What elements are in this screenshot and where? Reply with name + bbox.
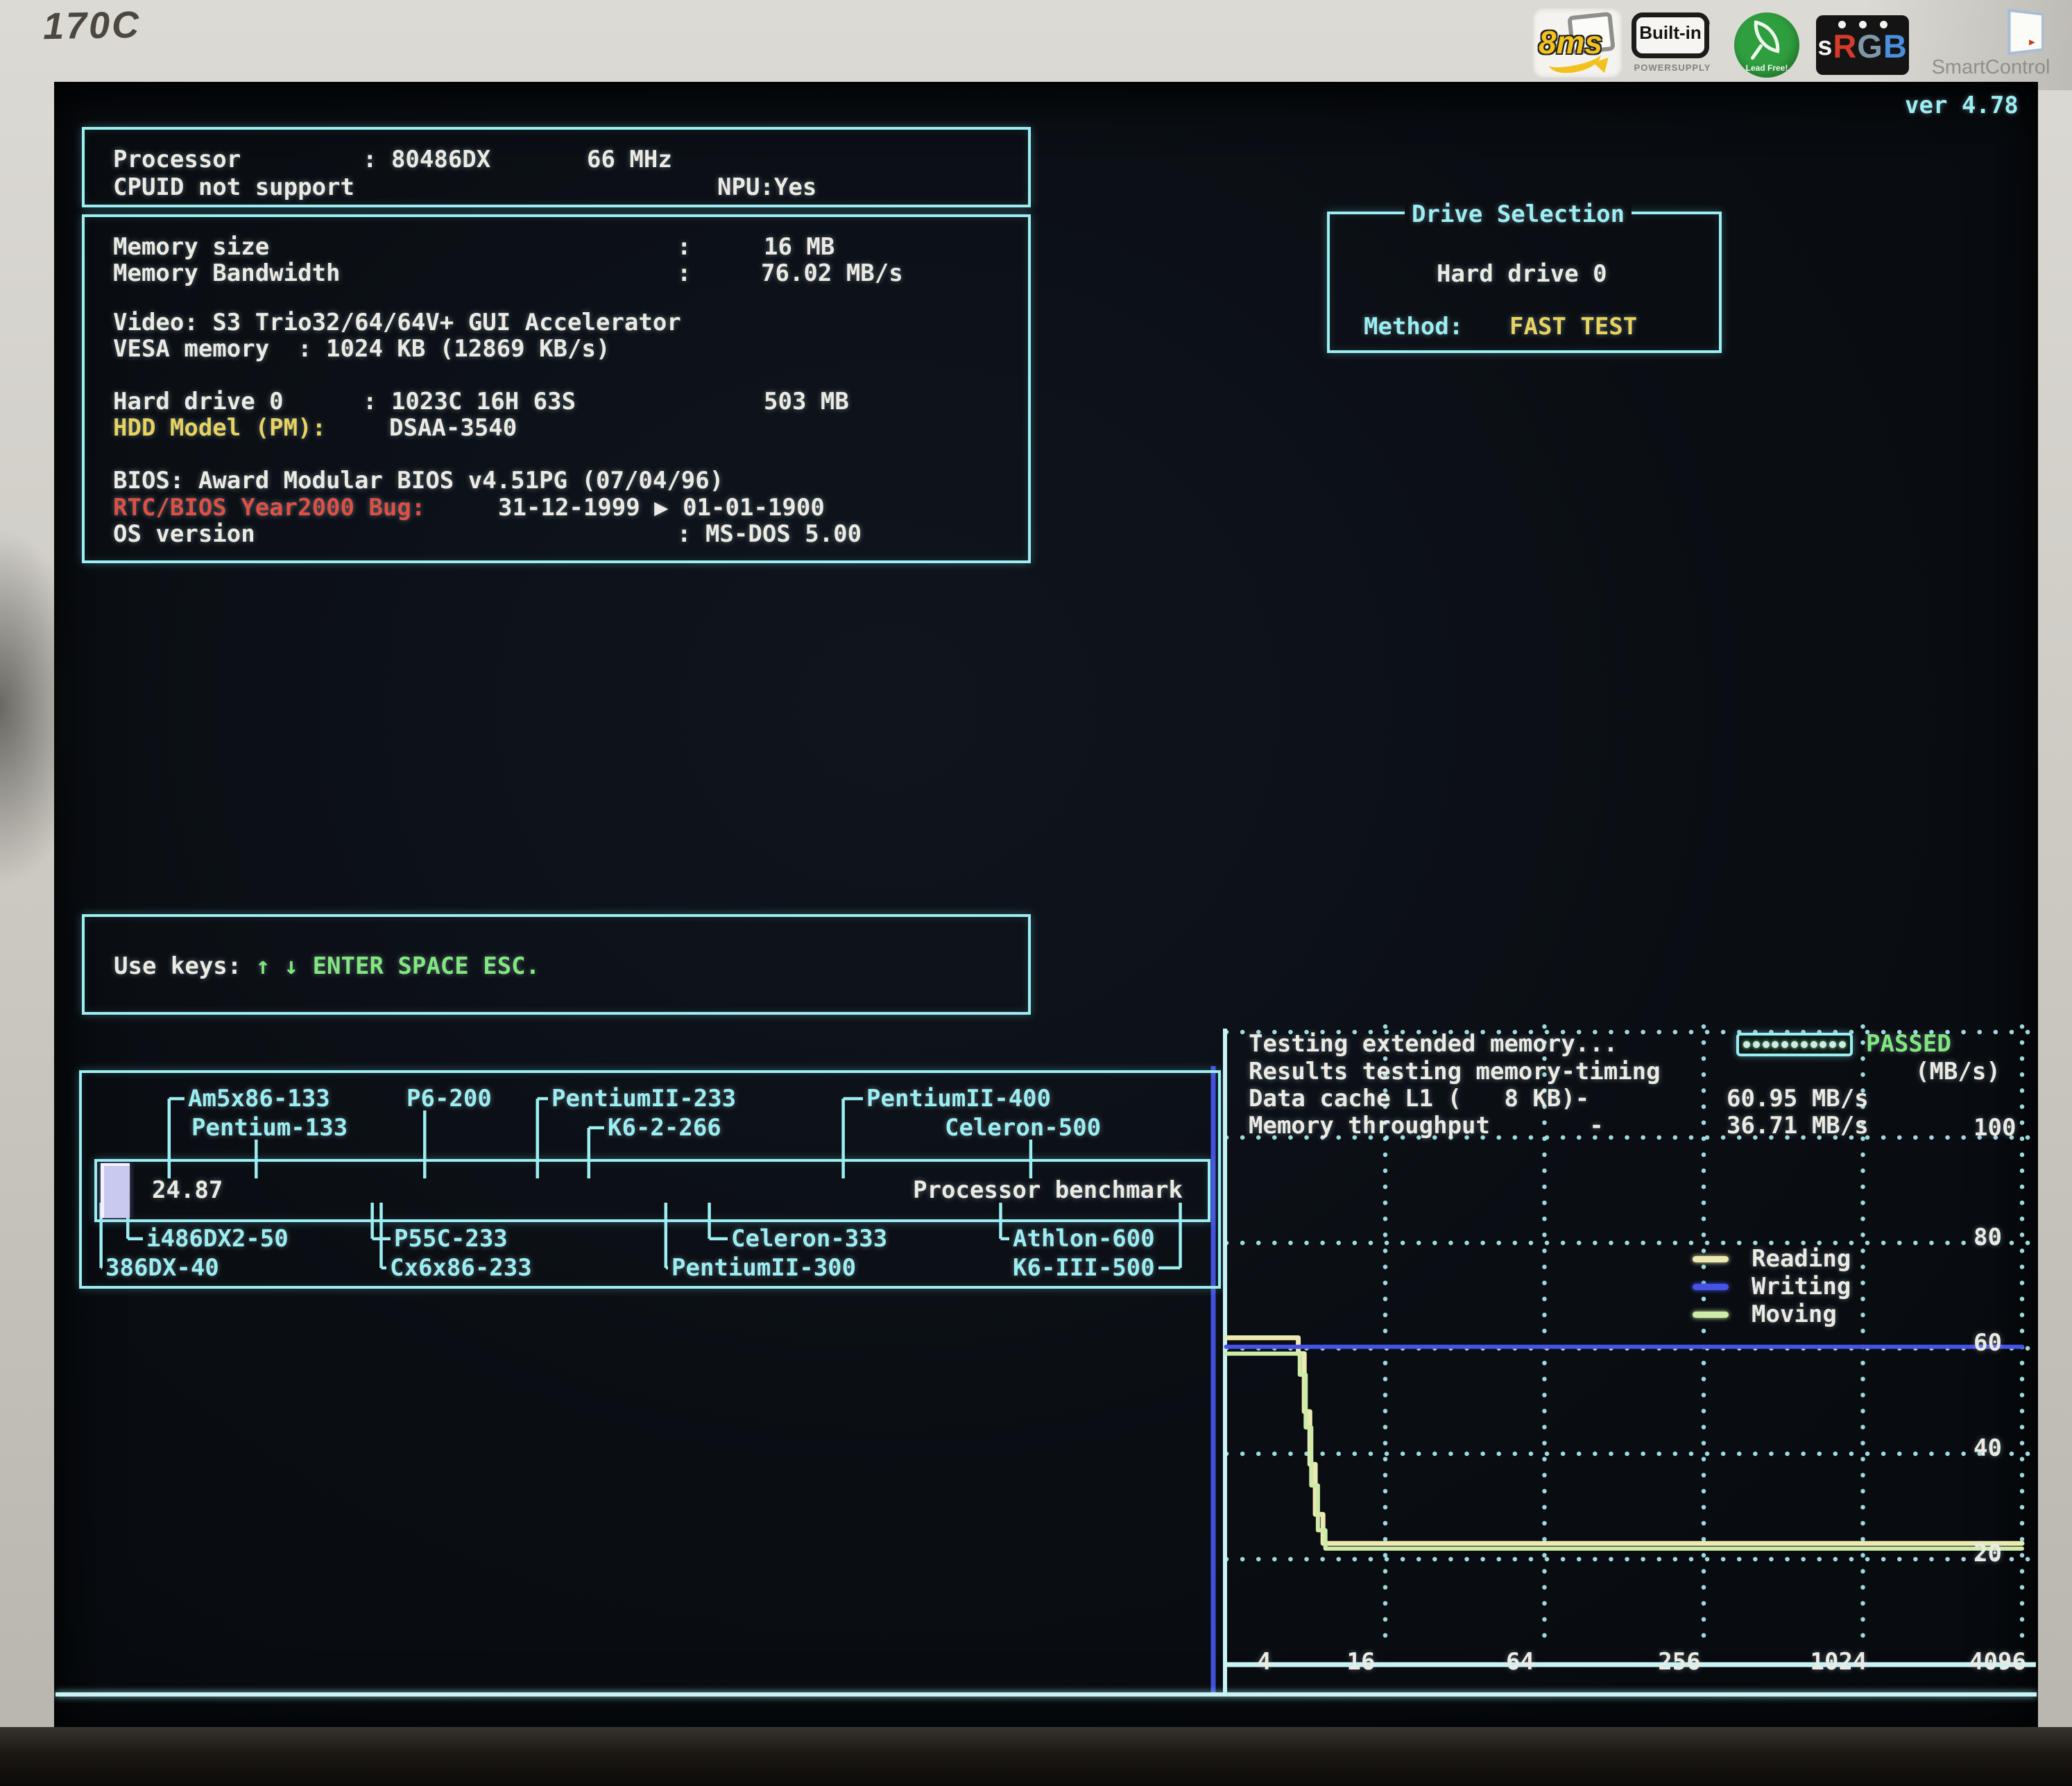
benchmark-cpu-label: Cx6x86-233 (390, 1254, 532, 1282)
system-info-text: Video: S3 Trio32/64/64V+ GUI Accelerator (113, 309, 681, 336)
bezel-shadow (0, 527, 90, 888)
benchmark-cpu-label: Am5x86-133 (188, 1085, 330, 1113)
benchmark-cpu-label: PentiumII-300 (671, 1254, 856, 1282)
system-info-text: NPU:Yes (717, 173, 816, 201)
benchmark-score-marker (101, 1163, 130, 1218)
memtest-throughput-label: Memory throughput - (1249, 1112, 1604, 1140)
memtest-results-line: Results testing memory-timing (1249, 1058, 1661, 1085)
benchmark-cpu-label: Celeron-333 (731, 1225, 887, 1253)
memtest-progress-bar (1736, 1033, 1853, 1056)
screen-bottom-divider (55, 1692, 2037, 1697)
benchmark-cpu-label: PentiumII-233 (551, 1085, 736, 1113)
system-info-text: Memory Bandwidth (113, 259, 341, 287)
system-info-text: : (677, 233, 691, 261)
system-info-text: 66 MHz (587, 146, 672, 173)
system-info-text: RTC/BIOS Year2000 Bug: (113, 494, 425, 522)
legend-label-writing: Writing (1752, 1273, 1851, 1300)
memtest-unit: (MB/s) (1915, 1058, 2001, 1085)
y-axis-tick-label: 60 (1973, 1329, 2002, 1357)
response-time-8ms-logo: 8ms (1533, 8, 1622, 78)
y-axis-label-100: 100 (1973, 1114, 2016, 1142)
monitor-model-label: 170C (42, 3, 141, 48)
system-info-text: 16 MB (764, 233, 834, 261)
keys-help-box: Use keys: ↑ ↓ ENTER SPACE ESC. (82, 914, 1031, 1015)
leaf-icon (1750, 20, 1783, 53)
system-info-text: HDD Model (PM): (113, 414, 326, 442)
crt-screen: ver 4.78 Processor : 80486DX 66 MHz CPUID n… (54, 82, 2038, 1727)
bezel-bottom (0, 1727, 2072, 1786)
legend-label-reading: Reading (1752, 1245, 1851, 1273)
memtest-throughput-value: 36.71 MB/s (1727, 1112, 1869, 1140)
memtest-l1-label: Data cache L1 ( 8 KB)- (1249, 1085, 1589, 1113)
system-info-text: Hard drive 0 (113, 388, 284, 415)
system-info-text: OS version (113, 520, 255, 548)
benchmark-score: 24.87 (152, 1176, 223, 1204)
system-info-text: 31-12-1999 ▶ 01-01-1900 (498, 494, 825, 522)
x-axis-tick-label: 256 (1658, 1648, 1700, 1676)
x-axis-tick-label: 64 (1506, 1648, 1534, 1676)
drive-selection-title: Drive Selection (1405, 200, 1632, 228)
system-info-text: 503 MB (764, 388, 849, 415)
memtest-status-line: Testing extended memory... (1249, 1030, 1618, 1058)
benchmark-cpu-label: K6-2-266 (608, 1114, 721, 1142)
system-info-text: : 80486DX (363, 146, 490, 173)
monitor-frame: 170C 8ms Built-in POWERSUPPLY Lead Free!… (0, 0, 2072, 1786)
benchmark-cpu-label: Celeron-500 (945, 1114, 1101, 1142)
system-info-text: 76.02 MB/s (761, 259, 903, 287)
memtest-l1-value: 60.95 MB/s (1727, 1085, 1869, 1113)
y-axis-tick-label: 20 (1973, 1540, 2002, 1568)
memtest-passed-badge: PASSED (1866, 1030, 1951, 1058)
system-info-text: : (677, 259, 691, 287)
drive-selection-method-label: Method: (1364, 313, 1463, 341)
x-axis-tick-label: 1024 (1810, 1648, 1867, 1676)
smartcontrol-window-icon (2007, 8, 2044, 55)
lead-free-logo: Lead Free! (1734, 12, 1799, 78)
keys-help-text: Use keys: ↑ ↓ ENTER SPACE ESC. (114, 952, 540, 980)
system-info-text: CPUID not support (113, 173, 354, 201)
system-info-text: Processor (113, 146, 241, 173)
x-axis-tick-label: 4096 (1969, 1648, 2026, 1676)
smartcontrol-cursor-icon: ▸ (2028, 33, 2037, 51)
drive-selection-box: Drive Selection Hard drive 0 Method: FAS… (1327, 212, 1722, 353)
legend-swatch-writing (1693, 1284, 1729, 1290)
drive-selection-current-drive[interactable]: Hard drive 0 (1437, 260, 1607, 288)
benchmark-cpu-label: PentiumII-400 (866, 1085, 1051, 1113)
builtin-power-supply-logo: Built-in POWERSUPPLY (1632, 10, 1713, 79)
benchmark-cpu-label: Athlon-600 (1013, 1225, 1155, 1253)
benchmark-cpu-label: Pentium-133 (191, 1114, 348, 1142)
y-axis-tick-label: 40 (1973, 1434, 2002, 1462)
drive-selection-method-value[interactable]: FAST TEST (1509, 313, 1637, 341)
smartcontrol-logo: ▸ SmartControl (1921, 7, 2060, 83)
benchmark-cpu-label: 386DX-40 (105, 1254, 219, 1282)
system-info-text: DSAA-3540 (389, 414, 517, 442)
benchmark-cpu-label: P55C-233 (394, 1225, 508, 1253)
benchmark-cpu-label: K6-III-500 (1013, 1254, 1155, 1282)
benchmark-cpu-label: i486DX2-50 (146, 1225, 289, 1253)
system-info-text: : MS-DOS 5.00 (677, 520, 862, 548)
y-axis-tick-label: 80 (1973, 1223, 2002, 1251)
legend-swatch-moving (1693, 1312, 1729, 1318)
system-info-text: : 1023C 16H 63S (363, 388, 576, 415)
keys-list: ↑ ↓ ENTER SPACE ESC. (256, 952, 540, 980)
system-info-text: BIOS: Award Modular BIOS v4.51PG (07/04/… (113, 467, 724, 495)
benchmark-title: Processor benchmark (913, 1176, 1183, 1204)
x-axis-tick-label: 4 (1257, 1648, 1271, 1676)
program-version: ver 4.78 (1905, 92, 2019, 119)
system-info-text: Memory size (113, 233, 269, 261)
x-axis-tick-label: 16 (1347, 1648, 1376, 1676)
legend-swatch-reading (1693, 1256, 1729, 1262)
srgb-logo: sRGB (1816, 15, 1909, 75)
legend-label-moving: Moving (1752, 1300, 1837, 1328)
benchmark-cpu-label: P6-200 (406, 1085, 492, 1113)
system-info-text: VESA memory : 1024 KB (12869 KB/s) (113, 335, 610, 363)
